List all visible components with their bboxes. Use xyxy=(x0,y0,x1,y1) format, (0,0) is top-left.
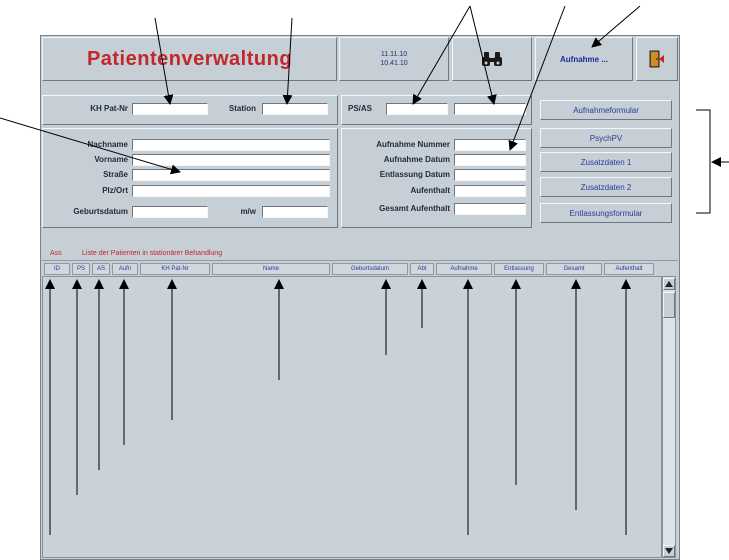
annotation-arrow xyxy=(154,17,174,105)
annotation-arrow xyxy=(412,5,471,105)
annotation-arrow xyxy=(0,117,181,175)
annotation-arrow xyxy=(469,5,497,105)
annotation-arrow xyxy=(282,17,293,105)
annotation-arrows xyxy=(0,5,729,535)
side-bracket xyxy=(696,109,711,214)
annotation-arrow xyxy=(508,5,566,151)
annotation-arrow xyxy=(591,5,641,48)
